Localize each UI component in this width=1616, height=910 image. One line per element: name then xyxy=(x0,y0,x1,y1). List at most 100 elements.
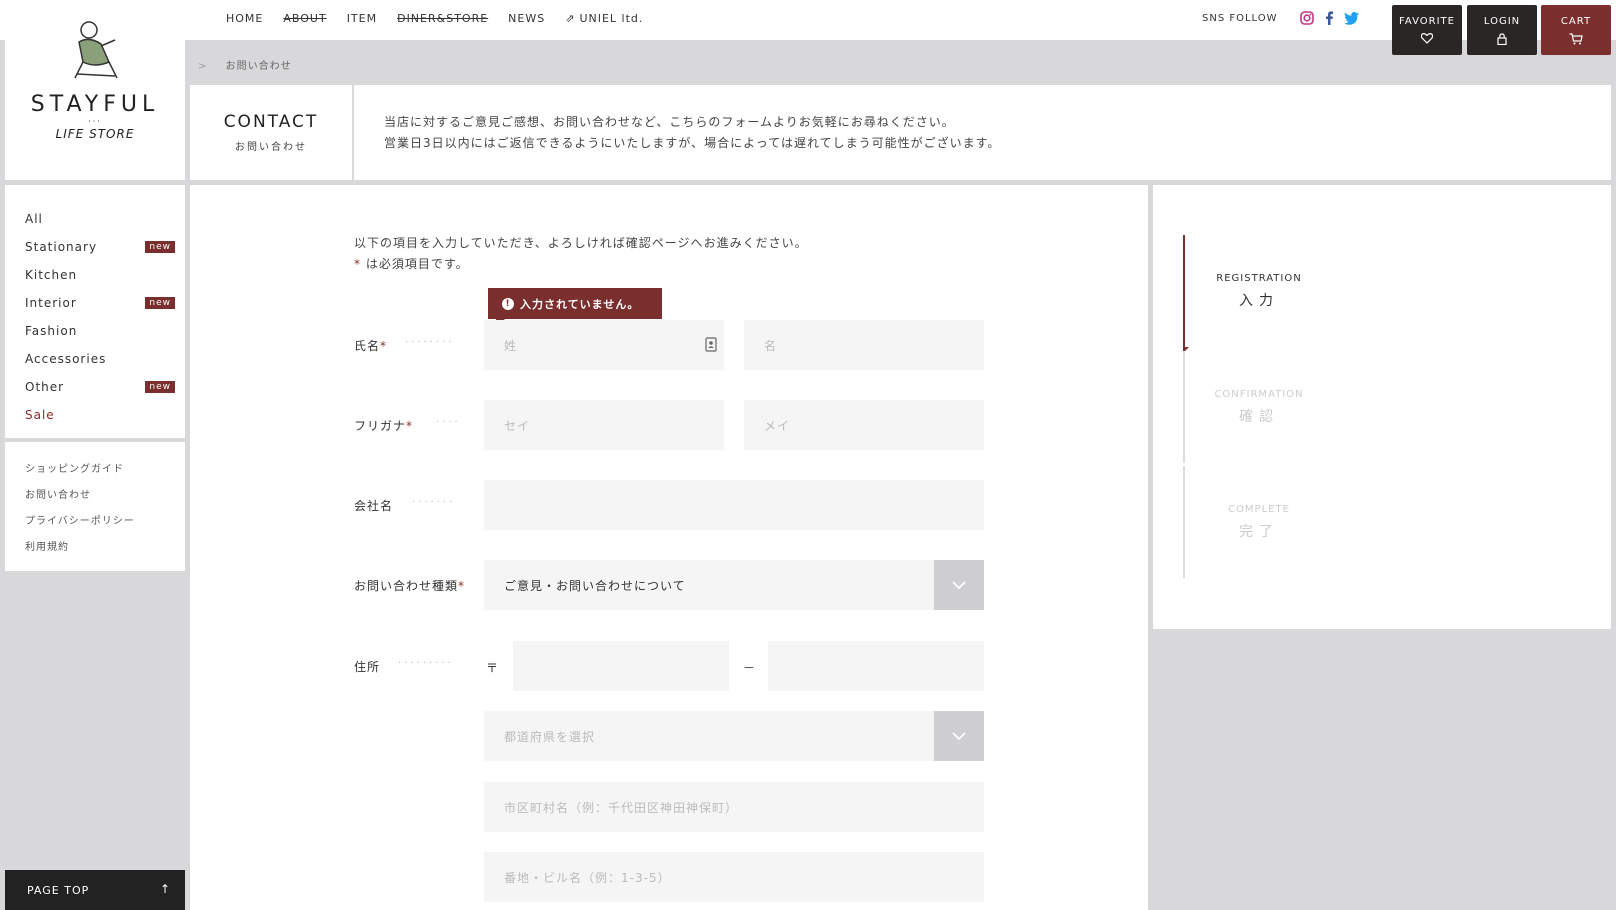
guide-contact[interactable]: お問い合わせ xyxy=(5,486,185,512)
category-kitchen[interactable]: Kitchen xyxy=(5,261,185,289)
error-tooltip: ! 入力されていません。 xyxy=(488,288,662,327)
warning-icon: ! xyxy=(502,297,514,310)
prefecture-placeholder: 都道府県を選択 xyxy=(504,729,596,744)
street-input[interactable]: 番地・ビル名（例：1-3-5） xyxy=(484,852,984,902)
company-label: 会社名 xyxy=(354,499,394,513)
contact-card-icon xyxy=(705,337,717,352)
breadcrumb-current: お問い合わせ xyxy=(225,61,292,72)
nav-home[interactable]: HOME xyxy=(226,12,263,25)
cart-icon xyxy=(1569,32,1583,44)
nav-item[interactable]: ITEM xyxy=(347,12,377,25)
required-star: * xyxy=(458,579,466,593)
postal-mark: 〒 xyxy=(486,661,500,675)
nav-uniel-label: UNIEL ltd. xyxy=(579,12,644,25)
heart-icon xyxy=(1421,33,1433,44)
category-sale[interactable]: Sale xyxy=(5,401,185,429)
category-label: Kitchen xyxy=(25,268,78,282)
logo-text: STAYFUL xyxy=(30,92,160,117)
category-interior[interactable]: Interior new xyxy=(5,289,185,317)
category-fashion[interactable]: Fashion xyxy=(5,317,185,345)
form-note-line-2: * は必須項目です。 xyxy=(354,254,808,275)
contact-form: 以下の項目を入力していただき、よろしければ確認ページへお進みください。 * は必… xyxy=(190,185,1148,910)
address-label: 住所 xyxy=(354,660,381,674)
category-label: Stationary xyxy=(25,240,98,254)
required-star: * xyxy=(380,339,388,353)
nav-news[interactable]: NEWS xyxy=(508,12,545,25)
favorite-button[interactable]: FAVORITE xyxy=(1392,5,1462,55)
category-label: Fashion xyxy=(25,324,78,338)
lock-icon xyxy=(1497,32,1507,45)
name-label: 氏名* xyxy=(354,337,387,354)
form-note: 以下の項目を入力していただき、よろしければ確認ページへお進みください。 * は必… xyxy=(354,233,808,275)
step-jp: 完了 xyxy=(1239,523,1279,540)
kana-first-placeholder: メイ xyxy=(764,418,791,433)
facebook-icon[interactable] xyxy=(1324,11,1334,25)
form-note-text: は必須項目です。 xyxy=(361,257,469,271)
category-label: Sale xyxy=(25,408,55,422)
first-name-placeholder: 名 xyxy=(764,338,778,353)
postal-code-2-input[interactable] xyxy=(768,641,984,691)
inquiry-type-label: お問い合わせ種類* xyxy=(354,577,465,594)
twitter-icon[interactable] xyxy=(1344,11,1359,25)
first-name-input[interactable]: 名 xyxy=(744,320,984,370)
login-label: LOGIN xyxy=(1483,15,1521,27)
page-top-label: PAGE TOP xyxy=(27,883,90,897)
inquiry-type-value: ご意見・お問い合わせについて xyxy=(504,578,686,593)
favorite-label: FAVORITE xyxy=(1399,16,1455,27)
category-list: All Stationary new Kitchen Interior new Fa… xyxy=(5,185,185,438)
kana-first-input[interactable]: メイ xyxy=(744,400,984,450)
nav-about[interactable]: ABOUT xyxy=(283,12,326,25)
guide-terms[interactable]: 利用規約 xyxy=(5,538,185,564)
dotted-leader: ········· xyxy=(398,658,454,669)
arrow-up-icon: ↑ xyxy=(159,882,171,896)
breadcrumb-separator: > xyxy=(198,61,208,72)
step-registration: REGISTRATION 入力 xyxy=(1183,235,1333,353)
company-input[interactable] xyxy=(484,480,984,530)
dotted-leader: ···· xyxy=(436,417,461,428)
sns-icons xyxy=(1300,11,1359,25)
step-en: REGISTRATION xyxy=(1216,272,1302,284)
new-badge: new xyxy=(145,381,175,393)
kana-last-input[interactable]: セイ xyxy=(484,400,724,450)
logo-dots: ··· xyxy=(88,117,102,126)
category-other[interactable]: Other new xyxy=(5,373,185,401)
kana-label-text: フリガナ xyxy=(354,419,407,433)
category-label: All xyxy=(25,212,43,226)
intro-line-1: 当店に対するご意見ご感想、お問い合わせなど、こちらのフォームよりお気軽にお尋ねく… xyxy=(384,115,955,129)
postal-dash: － xyxy=(743,661,757,675)
dotted-leader: ········ xyxy=(405,337,455,348)
logo[interactable]: STAYFUL ··· LIFE STORE xyxy=(5,0,185,180)
prefecture-select[interactable]: 都道府県を選択 xyxy=(484,711,984,761)
instagram-icon[interactable] xyxy=(1300,11,1314,25)
step-en: CONFIRMATION xyxy=(1214,388,1304,400)
contact-title-jp: お問い合わせ xyxy=(235,142,307,153)
name-label-text: 氏名 xyxy=(354,339,381,353)
last-name-input[interactable]: 姓 xyxy=(484,320,724,370)
chevron-down-icon[interactable] xyxy=(934,560,984,610)
category-stationary[interactable]: Stationary new xyxy=(5,233,185,261)
guide-shopping[interactable]: ショッピングガイド xyxy=(5,460,185,486)
postal-code-1-input[interactable] xyxy=(513,641,729,691)
category-all[interactable]: All xyxy=(5,205,185,233)
required-star: * xyxy=(354,257,361,271)
guide-links: ショッピングガイド お問い合わせ プライバシーポリシー 利用規約 xyxy=(5,442,185,571)
category-label: Interior xyxy=(25,296,77,310)
street-placeholder: 番地・ビル名（例：1-3-5） xyxy=(504,870,671,885)
nav-diner-store[interactable]: DINER&STORE xyxy=(397,12,488,25)
category-accessories[interactable]: Accessories xyxy=(5,345,185,373)
nav-uniel[interactable]: ⇗ UNIEL ltd. xyxy=(565,12,663,25)
step-complete: COMPLETE 完了 xyxy=(1183,466,1333,578)
login-button[interactable]: LOGIN xyxy=(1467,5,1537,55)
error-tooltip-text: 入力されていません。 xyxy=(520,297,640,311)
chevron-down-icon[interactable] xyxy=(934,711,984,761)
city-input[interactable]: 市区町村名（例：千代田区神田神保町） xyxy=(484,782,984,832)
dotted-leader: ······· xyxy=(412,497,456,508)
form-note-line-1: 以下の項目を入力していただき、よろしければ確認ページへお進みください。 xyxy=(354,236,808,250)
kana-last-placeholder: セイ xyxy=(504,418,531,433)
inquiry-type-label-text: お問い合わせ種類 xyxy=(354,579,459,593)
cart-button[interactable]: CART xyxy=(1541,5,1611,55)
inquiry-type-select[interactable]: ご意見・お問い合わせについて xyxy=(484,560,984,610)
guide-privacy[interactable]: プライバシーポリシー xyxy=(5,512,185,538)
category-label: Accessories xyxy=(25,352,107,366)
page-top-button[interactable]: PAGE TOP ↑ xyxy=(5,870,185,910)
